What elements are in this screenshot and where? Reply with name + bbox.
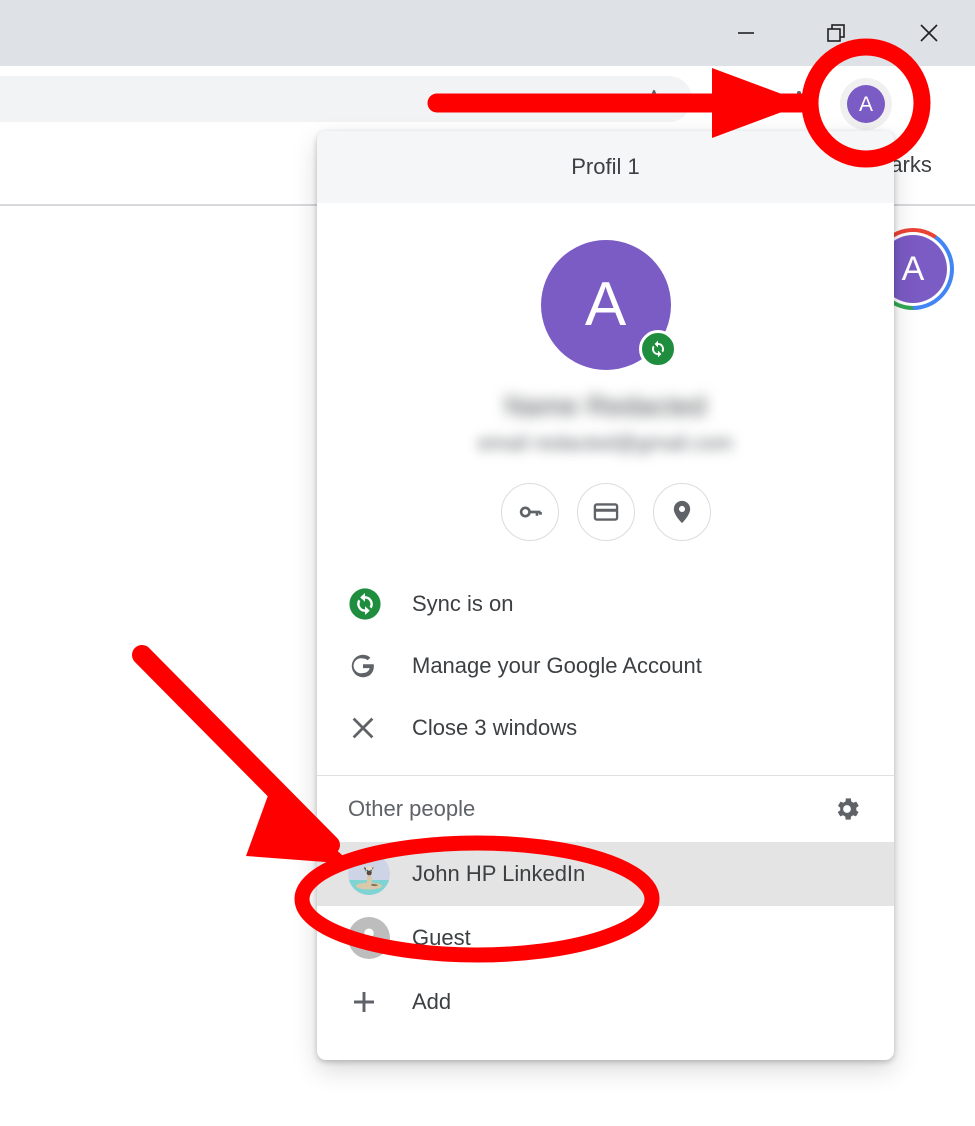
profile-row-label: Guest (412, 924, 471, 950)
add-profile-row[interactable]: Add (317, 970, 894, 1034)
menu-item-sync[interactable]: Sync is on (317, 573, 894, 635)
three-dot-menu-icon[interactable] (921, 90, 927, 118)
menu-item-close-windows[interactable]: Close 3 windows (317, 697, 894, 759)
profile-popup: Profil 1 A Name Redacted email redacted@… (317, 131, 894, 1060)
profile-avatar-button[interactable]: A (840, 78, 892, 130)
window-titlebar (0, 0, 975, 66)
person-silhouette-icon (348, 916, 390, 959)
sync-icon (348, 587, 390, 621)
cat-avatar-icon (348, 852, 390, 895)
profile-avatar-letter: A (847, 85, 885, 123)
gear-icon[interactable] (830, 792, 864, 826)
bookmark-star-icon[interactable] (641, 87, 667, 113)
dot (921, 90, 927, 96)
plus-icon (348, 986, 390, 1018)
account-email-redacted: email redacted@gmail.com (478, 432, 733, 456)
restore-icon[interactable] (807, 0, 867, 66)
menu-item-label: Sync is on (412, 590, 514, 616)
dot (921, 112, 927, 118)
menu-item-label: Close 3 windows (412, 714, 578, 740)
popup-title: Profil 1 (317, 131, 894, 203)
popup-menu-list: Sync is on Manage your Google Account Cl… (317, 573, 894, 759)
popup-body: A Name Redacted email redacted@gmail.com (317, 240, 894, 1034)
browser-toolbar (0, 66, 975, 132)
profile-row-label: John HP LinkedIn (412, 860, 586, 886)
quick-actions-row (317, 482, 894, 541)
extensions-puzzle-icon[interactable] (789, 88, 813, 112)
credit-card-icon[interactable] (576, 482, 635, 541)
add-profile-label: Add (412, 988, 452, 1014)
sync-icon (638, 330, 677, 368)
key-icon[interactable] (500, 482, 559, 541)
menu-item-manage-google-account[interactable]: Manage your Google Account (317, 635, 894, 697)
other-people-header: Other people (317, 776, 894, 842)
location-pin-icon[interactable] (652, 482, 711, 541)
dot (921, 101, 927, 107)
profile-row-john-hp-linkedin[interactable]: John HP LinkedIn (317, 841, 894, 906)
close-icon[interactable] (899, 0, 959, 66)
account-identity: Name Redacted email redacted@gmail.com (317, 390, 894, 457)
account-name-redacted: Name Redacted (504, 391, 707, 421)
profile-row-guest[interactable]: Guest (317, 906, 894, 970)
google-g-icon (348, 651, 390, 681)
minimize-icon[interactable] (716, 0, 776, 66)
close-x-icon (348, 713, 390, 743)
address-bar[interactable] (0, 76, 692, 122)
menu-item-label: Manage your Google Account (412, 652, 702, 678)
other-people-title: Other people (348, 795, 476, 821)
popup-avatar: A (540, 240, 677, 370)
